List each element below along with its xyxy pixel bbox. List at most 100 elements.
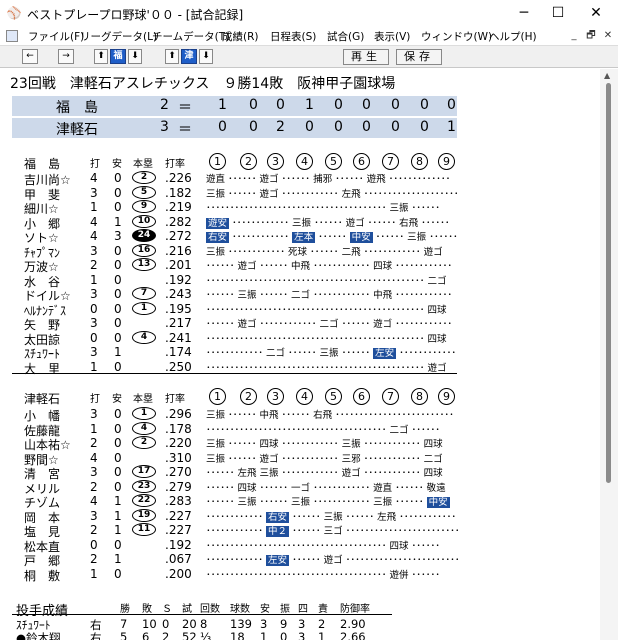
batter-row[interactable]: 水 谷 1 0.192 ･･･････････････････････････････…	[2, 273, 599, 289]
batter-row[interactable]: メリル 2 0 23.279 ･･････ 四球 ･･････ 一ゴ ･････････…	[2, 479, 599, 496]
batter-row[interactable]: 小 幡 3 0 1.296 三振 ･･････ 中飛 ･･････ 右飛 ･･･････…	[2, 407, 599, 423]
pitching-column-header: 勝	[120, 604, 130, 615]
batter-row[interactable]: 野間☆ 4 0.310 三振 ･･････ 遊ゴ ････････････ 三邪 ･･…	[2, 450, 599, 467]
at-bats: 4	[90, 450, 98, 465]
at-bats: 1	[90, 200, 98, 214]
maximize-button[interactable]: ☐	[542, 0, 574, 26]
avg-header: 打率	[165, 159, 185, 170]
pitching-stat: 10	[142, 617, 157, 631]
inning-circle: 1	[209, 153, 226, 170]
team1-up-button[interactable]: ⬆	[94, 49, 108, 64]
team2-up-button[interactable]: ⬆	[165, 49, 179, 64]
menu-schedule[interactable]: 日程表(S)	[270, 29, 316, 44]
pitching-stat: 7	[120, 617, 128, 631]
batter-row[interactable]: チゾム 4 1 22.283 ･･････ 三振 ･･････ 三振 ･････････…	[2, 494, 599, 510]
team2-button[interactable]: 津	[181, 49, 197, 64]
plate-appearances: ･･････ 遊ゴ ･･････ 中飛 ････････････ 四球 ････…	[206, 261, 453, 272]
hits-header: 安	[112, 394, 122, 405]
pitching-column-header: 振	[280, 604, 290, 615]
at-bats: 3	[90, 287, 98, 301]
batter-row[interactable]: 万波☆ 2 0 13.201 ･･････ 遊ゴ ･･････ 中飛 ･････････…	[2, 258, 599, 274]
menu-records[interactable]: 成績(R)	[222, 29, 259, 44]
batter-row[interactable]: ﾍﾙﾅﾝﾃﾞｽ 0 0 1.195 ･･････････････････････････…	[2, 301, 599, 318]
vertical-scrollbar[interactable]: ▲	[600, 69, 618, 640]
replay-button[interactable]: 再生	[343, 49, 389, 65]
pitching-stat: 3	[298, 617, 306, 631]
scrollbar-thumb[interactable]	[606, 83, 611, 483]
team1-button[interactable]: 福	[110, 49, 126, 64]
batter-row[interactable]: ドイル☆ 3 0 7.243 ･･････ 三振 ･･････ 二ゴ ･････････…	[2, 287, 599, 303]
at-bats: 2	[90, 523, 98, 537]
pitching-stat: 5	[120, 630, 128, 640]
menu-file[interactable]: ファイル(F)	[28, 29, 84, 44]
separator	[12, 614, 392, 615]
inning-score: 0	[420, 97, 429, 113]
menu-league-data[interactable]: リーグデータ(L)	[80, 29, 157, 44]
hits: 0	[114, 258, 122, 272]
game-title: 23回戦 津軽石アスレチックス ９勝14敗 阪神甲子園球場	[10, 76, 396, 92]
batting-average: .067	[165, 552, 192, 566]
minimize-button[interactable]: ─	[508, 0, 540, 26]
document-icon[interactable]	[6, 30, 18, 42]
mdi-restore-button[interactable]: 🗗	[583, 29, 599, 43]
pitcher-row[interactable]: ●鈴木翔 右 5 6 2 52 ⅓ 18 1 0 3 1 2.66	[2, 630, 599, 640]
plate-appearances: 三振 ･･････ 四球 ････････････ 三振 ･･･････････…	[206, 439, 443, 450]
batting-average: .279	[165, 479, 192, 494]
pitching-stat: 8	[200, 617, 208, 631]
hits: 0	[114, 185, 122, 200]
batter-row[interactable]: 桐 敷 1 0 .200 ･･･････････････････････････････…	[2, 567, 599, 583]
inning-circle: 1	[209, 388, 226, 405]
plate-appearances: ････････････ 中２ ･･････ 三ゴ ･･････････････…	[206, 526, 460, 537]
mdi-close-button[interactable]: ✕	[600, 29, 616, 43]
batter-row[interactable]: 細川☆ 1 0 9.219 ･･････････････････････････････…	[2, 200, 599, 216]
batter-row[interactable]: ソト☆ 4 3 24.272 右安 ････････････ 左本 ･･････ 中安 …	[2, 229, 599, 245]
batter-row[interactable]: 塩 見 2 1 11.227 ････････････ 中２ ･･････ 三ゴ ･･･…	[2, 523, 599, 539]
batter-row[interactable]: 甲 斐 3 0 5.182 三振 ･･････ 遊ゴ ････････････ 左飛 ･…	[2, 185, 599, 202]
batter-row[interactable]: ﾁｬﾌﾟﾏﾝ 3 0 16.216 三振 ････････････ 死球 ･･････ …	[2, 243, 599, 260]
menu-view[interactable]: 表示(V)	[374, 29, 410, 44]
batting-average: .195	[165, 301, 192, 316]
batter-row[interactable]: 佐藤龍 1 0 4.178 ･･････････････････････････････…	[2, 421, 599, 438]
batter-row[interactable]: 小 郷 4 1 10.282 遊安 ････････････ 三振 ･･････ 遊ゴ …	[2, 214, 599, 231]
batter-row[interactable]: 岡 本 3 1 19.227 ････････････ 右安 ･･････ 三振 ･･･…	[2, 508, 599, 525]
menu-game[interactable]: 試合(G)	[327, 29, 364, 44]
batter-row[interactable]: 大 里 1 0.250 ･･･････････････････････････････…	[2, 360, 599, 376]
menu-team-data[interactable]: チームデータ(T)	[152, 29, 229, 44]
team2-down-button[interactable]: ⬇	[199, 49, 213, 64]
game-record-panel: 23回戦 津軽石アスレチックス ９勝14敗 阪神甲子園球場 福 島 2 ＝ 10…	[2, 69, 599, 640]
pitching-column-header: 防御率	[340, 604, 370, 615]
save-button[interactable]: 保存	[396, 49, 442, 65]
menu-help[interactable]: ヘルプ(H)	[489, 29, 537, 44]
next-arrow-button[interactable]: →	[58, 49, 74, 64]
inning-circle: 4	[296, 388, 313, 405]
pitching-stat: 6	[142, 630, 150, 640]
menu-window[interactable]: ウィンドウ(W)	[421, 29, 492, 44]
batter-row[interactable]: 太田諒 0 0 4.241 ･･････････････････････････････…	[2, 330, 599, 347]
inning-score: 0	[362, 119, 371, 135]
batter-row[interactable]: 山本祐☆ 2 0 2.220 三振 ･･････ 四球 ････････････ 三振 …	[2, 436, 599, 452]
inning-circle: 4	[296, 153, 313, 170]
batter-row[interactable]: 清 宮 3 0 17.270 ･･････ 左飛 三振 ････････････ 遊ゴ …	[2, 465, 599, 481]
batting-average: .182	[165, 185, 192, 200]
pitcher-row[interactable]: ｽﾁｭﾜｰﾄ右 7 10 0 20 8 139 3 9 3 2 2.90	[2, 617, 599, 632]
scroll-up-icon[interactable]: ▲	[604, 71, 610, 80]
batter-row[interactable]: 矢 野 3 0.217 ･･････ 遊ゴ ････････････ 二ゴ ･････…	[2, 316, 599, 332]
team1-down-button[interactable]: ⬇	[128, 49, 142, 64]
inning-circle: 7	[382, 388, 399, 405]
home-runs: 7	[132, 287, 156, 300]
home-runs: 23	[132, 479, 156, 493]
mdi-minimize-button[interactable]: _	[566, 29, 582, 43]
batter-row[interactable]: 吉川尚☆ 4 0 2.226 遊直 ･･････ 遊ゴ ･･････ 捕邪 ･･････…	[2, 171, 599, 187]
batter-row[interactable]: 戸 郷 2 1.067 ････････････ 左安 ･･････ 遊ゴ ･････…	[2, 552, 599, 568]
prev-arrow-button[interactable]: ←	[22, 49, 38, 64]
at-bats: 1	[90, 421, 98, 436]
hits: 0	[114, 450, 122, 465]
hits: 0	[114, 330, 122, 345]
batter-row[interactable]: ｽﾁｭﾜｰﾄ 3 1.174 ････････････ 二ゴ ･･････ 三振 ･･…	[2, 345, 599, 361]
pitching-column-header: 責	[318, 604, 328, 615]
home-runs: 1	[132, 301, 156, 315]
separator	[12, 373, 457, 374]
batter-row[interactable]: 松本直 0 0.192 ･･･････････････････････････････…	[2, 538, 599, 554]
close-button[interactable]: ✕	[580, 0, 612, 26]
plate-appearances: 遊直 ･･････ 遊ゴ ･･････ 捕邪 ･･････ 遊飛 ･･･････…	[206, 174, 451, 185]
